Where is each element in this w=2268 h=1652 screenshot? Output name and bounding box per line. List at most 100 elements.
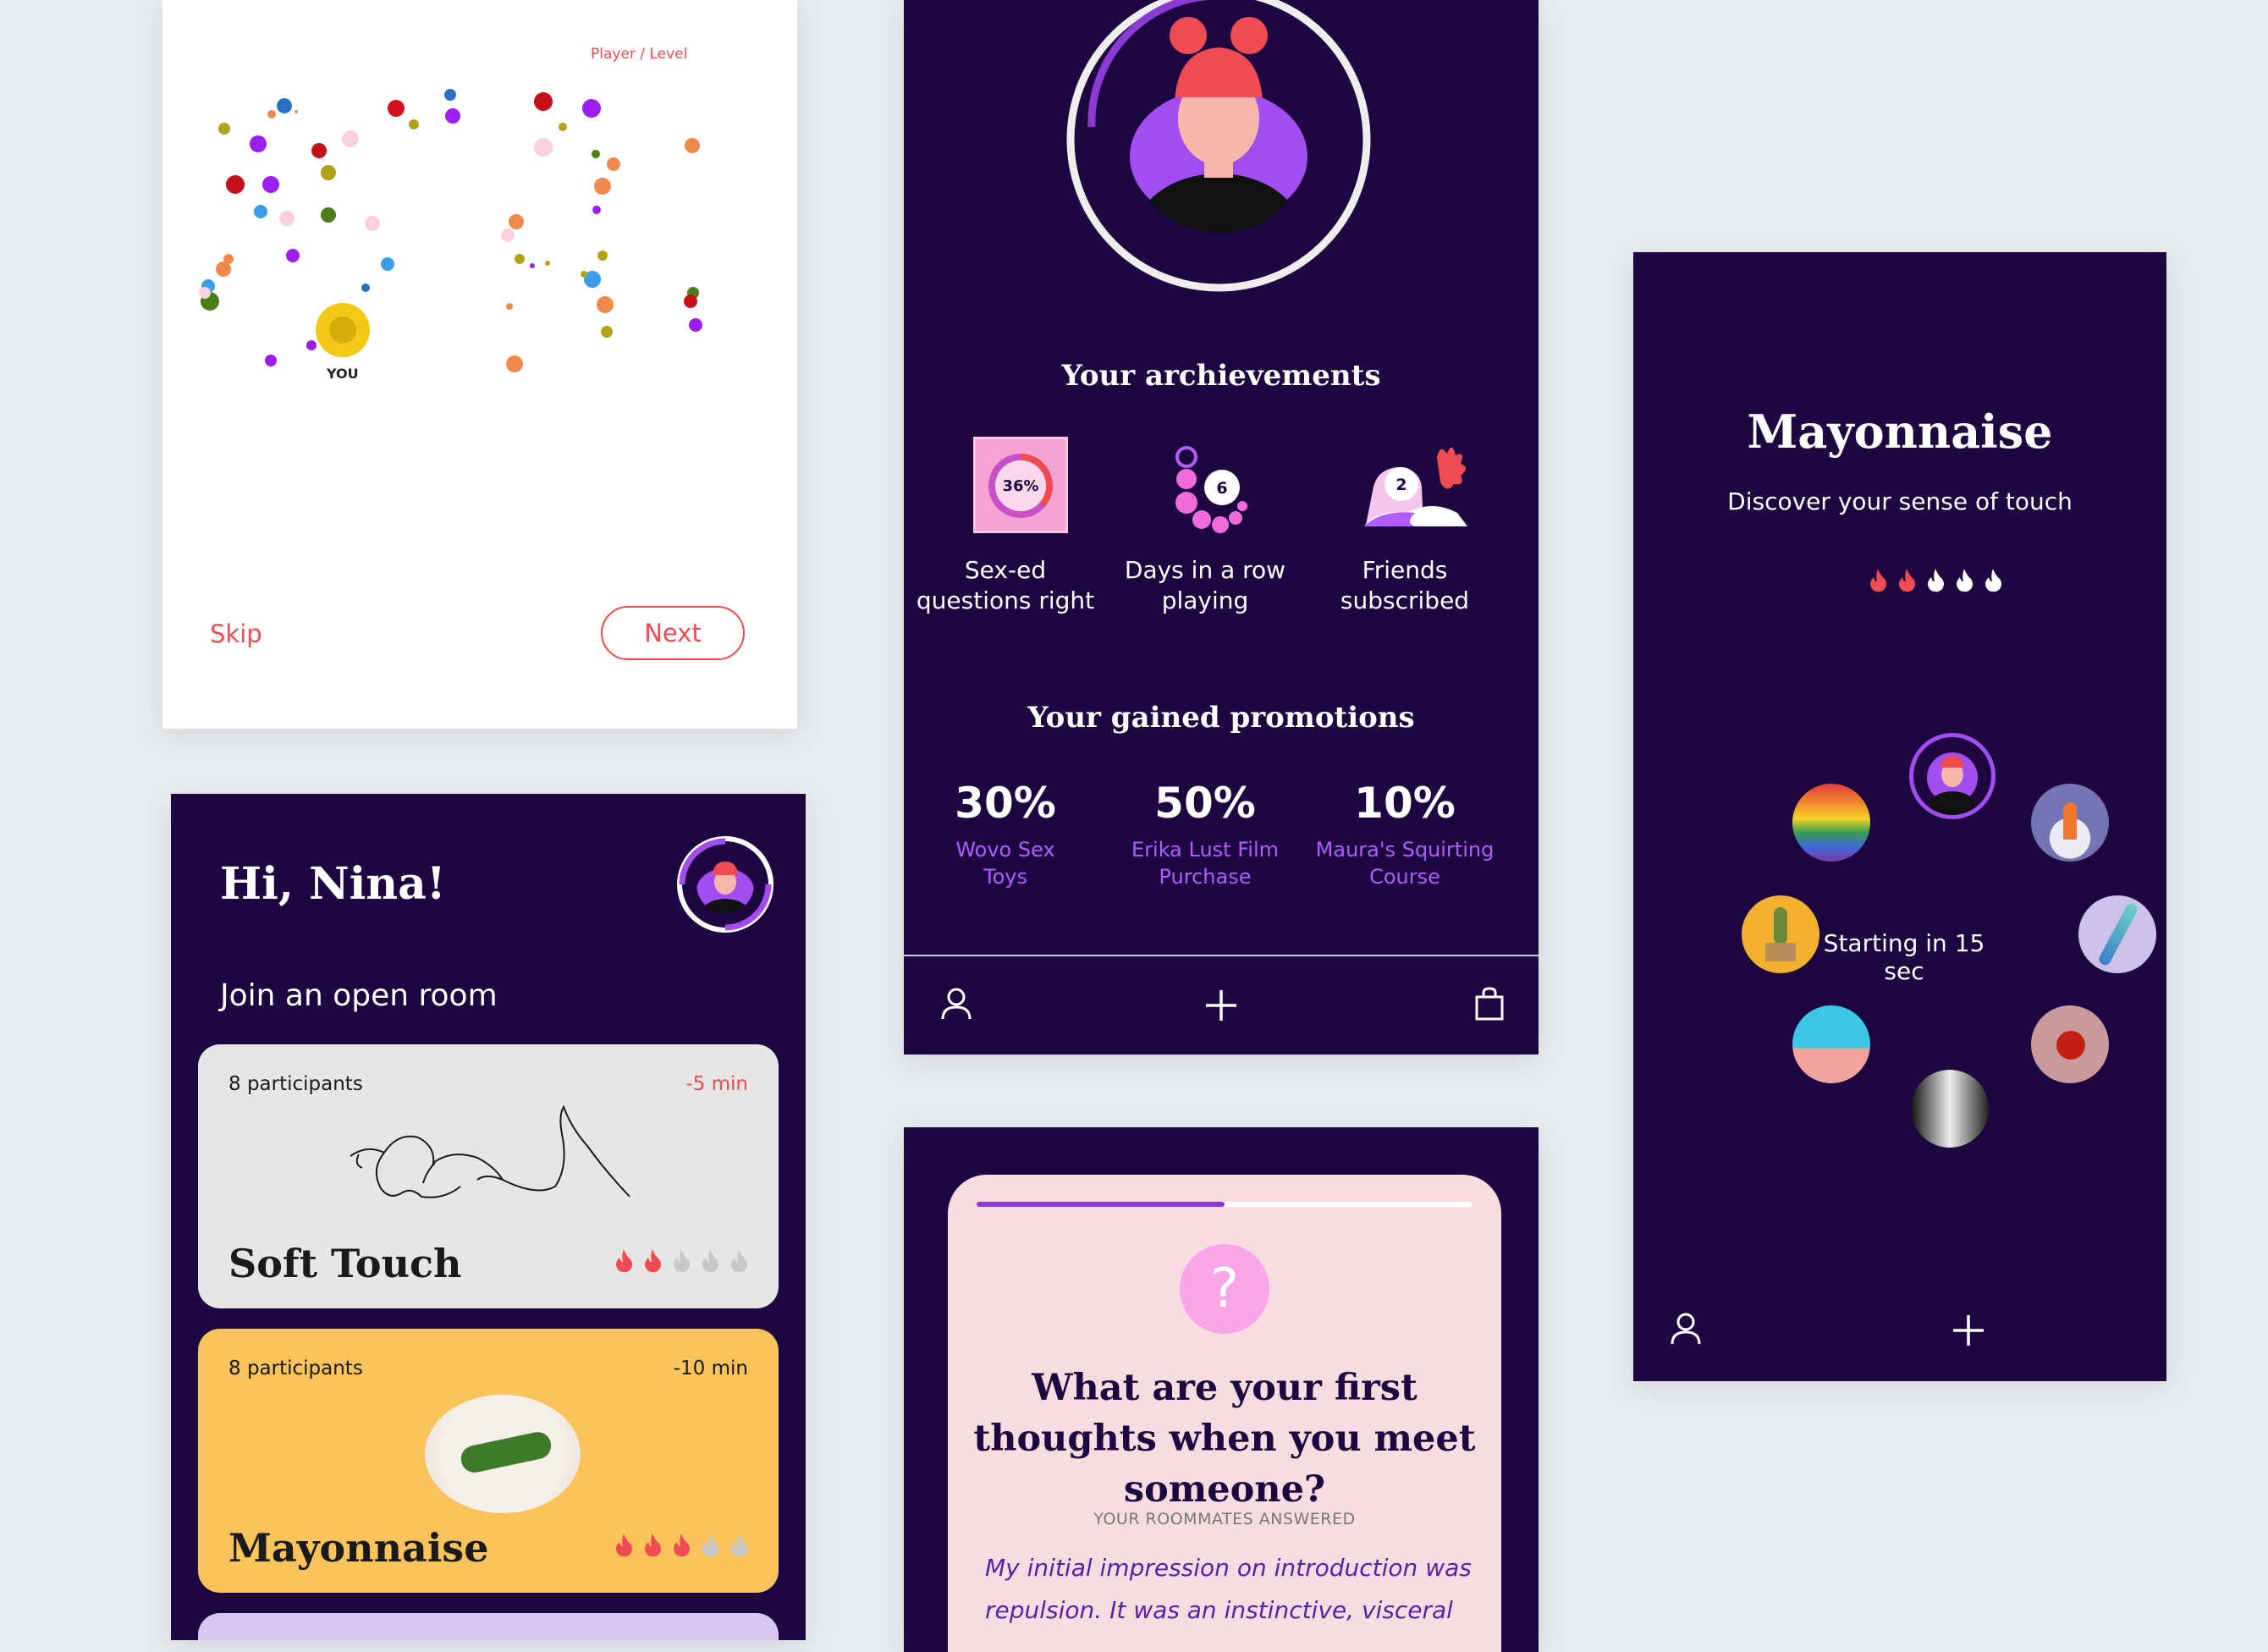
skip-button[interactable]: Skip: [210, 620, 262, 648]
player-dot: [321, 165, 336, 180]
player-dot: [684, 295, 697, 308]
line-drawing-illustration: [350, 1104, 630, 1198]
player-dot: [321, 207, 336, 223]
intensity-rating: [606, 1532, 750, 1561]
player-dot: [279, 211, 295, 226]
achievement-sexed: 36% Sex-ed questions right: [906, 432, 1105, 616]
player-dot: [501, 229, 515, 242]
player-dot: [515, 254, 525, 264]
profile-icon[interactable]: [1667, 1310, 1704, 1347]
flame-icon: [721, 1534, 750, 1561]
participant-avatar-pool: [1792, 1005, 1870, 1083]
answer-text: My initial impression on introduction wa…: [985, 1554, 1472, 1624]
player-dot: [267, 110, 276, 118]
player-dot: [409, 119, 419, 129]
player-level-legend: Player / Level: [591, 46, 688, 63]
flame-icon: [1946, 569, 1975, 596]
player-dot: [445, 108, 460, 124]
player-dot: [506, 303, 513, 310]
answered-label: YOUR ROOMMATES ANSWERED: [1093, 1510, 1356, 1528]
promotion-item[interactable]: 10% Maura's Squirting Course: [1305, 779, 1505, 890]
profile-icon[interactable]: [938, 985, 975, 1022]
condom-pack-icon: 36%: [906, 432, 1105, 542]
player-dot: [592, 150, 600, 158]
player-dot: [534, 138, 553, 157]
flame-icon: [1889, 569, 1918, 596]
room-card[interactable]: 8 participants -10 min Mayonnaise: [198, 1329, 779, 1593]
flame-icon: [635, 1249, 663, 1276]
friends-icon: 2: [1305, 432, 1505, 542]
player-dot: [365, 216, 380, 231]
you-marker: [316, 303, 370, 357]
room-subtitle: Discover your sense of touch: [1727, 487, 2073, 515]
player-dot: [601, 326, 613, 338]
svg-text:6: 6: [1216, 479, 1227, 498]
promotion-item[interactable]: 50% Erika Lust Film Purchase: [1105, 779, 1305, 890]
participant-avatar-rainbow: [1792, 784, 1870, 862]
question-progress: [977, 1202, 1473, 1207]
promotions-title: Your gained promotions: [1027, 701, 1415, 735]
flame-icon: [663, 1534, 692, 1561]
question-mark-icon: ?: [1180, 1244, 1269, 1334]
player-dot: [226, 175, 245, 194]
intensity-rating: [1860, 567, 2004, 596]
beads-icon: 6: [1105, 432, 1305, 542]
room-card[interactable]: 8 participants -5 min Soft Touch: [198, 1044, 779, 1308]
player-level-screen: Player / Level YOU Skip Next: [162, 0, 797, 729]
question-text: What are your first thoughts when you me…: [973, 1367, 1476, 1511]
flame-icon: [635, 1534, 663, 1561]
you-label: YOU: [327, 366, 359, 382]
flame-icon: [692, 1249, 721, 1276]
shopping-bag-icon[interactable]: [1471, 985, 1508, 1022]
countdown-text: Starting in 15 sec: [1823, 929, 1985, 985]
plus-icon[interactable]: [1203, 987, 1240, 1024]
player-dot: [597, 296, 614, 313]
player-dot: [381, 257, 394, 271]
flame-icon: [721, 1249, 750, 1276]
flame-icon: [1860, 569, 1889, 596]
player-dot: [534, 92, 553, 111]
player-dot: [388, 100, 405, 117]
achievements-title: Your archievements: [1061, 359, 1381, 393]
room-card[interactable]: [198, 1613, 779, 1640]
player-dot: [509, 214, 524, 229]
player-dot: [444, 89, 456, 101]
question-card: ? What are your first thoughts when you …: [948, 1175, 1501, 1652]
player-dot: [262, 176, 279, 193]
player-dot: [306, 340, 317, 350]
player-dot: [582, 99, 601, 118]
player-dot: [223, 254, 234, 264]
player-dot: [218, 123, 230, 135]
flame-icon: [1975, 569, 2004, 596]
promotion-item[interactable]: 30% Wovo Sex Toys: [906, 779, 1105, 890]
player-dot: [311, 143, 327, 158]
profile-avatar-button[interactable]: [675, 834, 775, 934]
home-screen: Hi, Nina! Join an open room 8 participan…: [171, 794, 806, 1640]
plus-icon[interactable]: [1950, 1312, 1987, 1349]
player-dot: [295, 110, 298, 113]
player-dot: [592, 206, 601, 214]
intensity-rating: [606, 1247, 750, 1276]
join-room-title: Join an open room: [220, 978, 498, 1013]
player-dot: [265, 355, 277, 366]
player-dot: [594, 178, 611, 195]
flame-icon: [606, 1534, 635, 1561]
player-dot: [559, 123, 567, 131]
player-dot: [342, 130, 359, 147]
next-button[interactable]: Next: [601, 606, 745, 660]
player-dot: [199, 287, 211, 299]
player-dot: [530, 263, 535, 268]
player-dot: [581, 271, 587, 278]
profile-avatar-large: [1066, 0, 1371, 292]
player-dot: [286, 249, 300, 262]
svg-text:2: 2: [1395, 476, 1406, 494]
achievement-days: 6 Days in a row playing: [1105, 432, 1305, 616]
flame-icon: [663, 1249, 692, 1276]
player-dot: [277, 98, 292, 113]
flame-icon: [606, 1249, 635, 1276]
flame-icon: [1918, 569, 1946, 596]
flame-icon: [692, 1534, 721, 1561]
player-dot: [254, 205, 267, 218]
greeting: Hi, Nina!: [220, 858, 446, 910]
player-dot: [250, 135, 267, 152]
